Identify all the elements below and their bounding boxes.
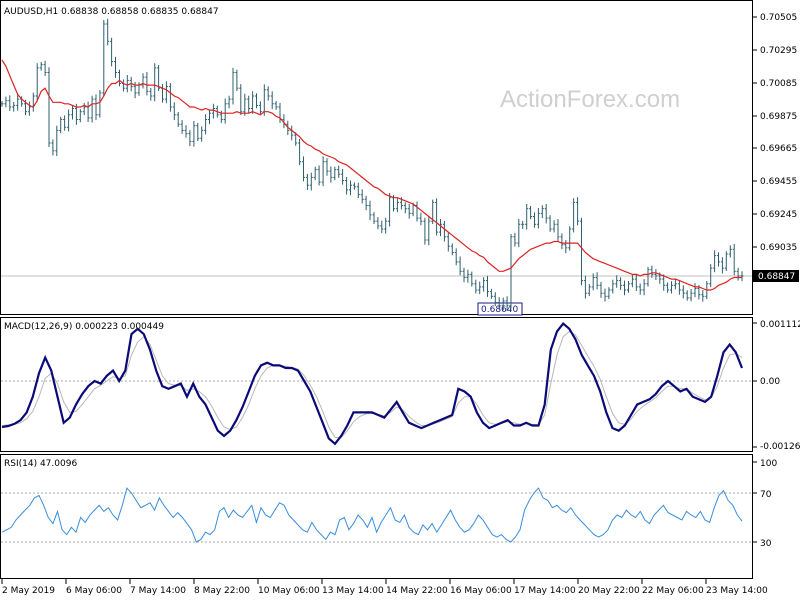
price-y-tick: 0.70295 [760,46,797,56]
x-tick-label: 7 May 14:00 [130,586,186,596]
x-tick-label: 16 May 06:00 [450,586,512,596]
chart-root: ActionForex.com AUDUSD,H1 0.68838 0.6885… [0,0,800,600]
watermark: ActionForex.com [500,86,680,113]
low-marker-label: 0.68640 [481,305,518,315]
x-tick-label: 6 May 06:00 [66,586,122,596]
x-tick-label: 20 May 22:00 [578,586,640,596]
x-tick-label: 22 May 06:00 [642,586,704,596]
price-y-tick: 0.70505 [760,13,797,23]
x-tick-label: 8 May 22:00 [194,586,250,596]
rsi-panel-title: RSI(14) 47.0096 [4,459,77,469]
price-y-tick: 0.70085 [760,79,797,89]
x-tick-label: 23 May 14:00 [706,586,768,596]
macd-y-tick: -0.001262 [760,442,800,452]
x-tick-label: 14 May 22:00 [386,586,448,596]
price-y-tick: 0.69245 [760,210,797,220]
rsi-y-tick: 30 [760,539,772,549]
last-price-label: 0.68847 [758,272,795,282]
rsi-y-tick: 100 [760,459,777,469]
x-tick-label: 10 May 06:00 [258,586,320,596]
price-y-tick: 0.69875 [760,112,797,122]
macd-y-tick: 0.001112 [760,320,800,330]
price-y-tick: 0.69035 [760,243,797,253]
x-tick-label: 17 May 14:00 [514,586,576,596]
x-tick-label: 13 May 14:00 [322,586,384,596]
price-y-tick: 0.69665 [760,144,797,154]
rsi-y-tick: 70 [760,490,772,500]
macd-y-tick: 0.00 [760,377,780,387]
x-tick-label: 2 May 2019 [2,586,55,596]
price-y-tick: 0.69455 [760,177,797,187]
price-panel-title: AUDUSD,H1 0.68838 0.68858 0.68835 0.6884… [4,7,219,17]
